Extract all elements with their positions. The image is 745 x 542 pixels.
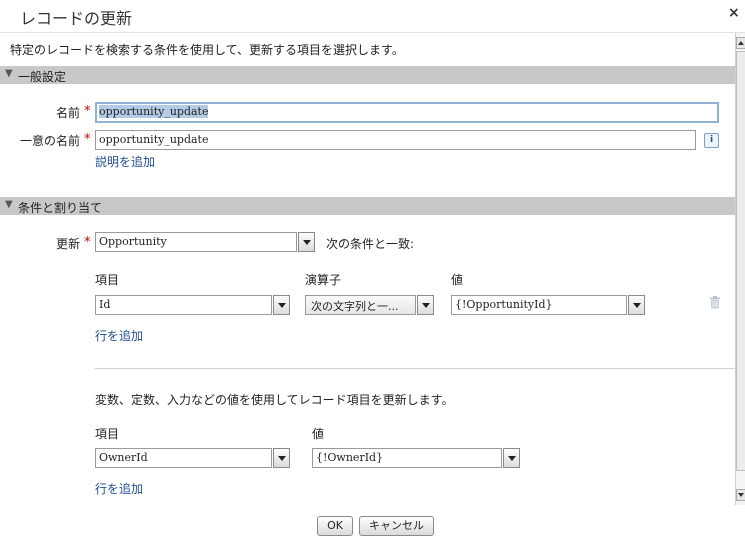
- assignment-field-select[interactable]: OwnerId: [95, 448, 272, 468]
- scrollbar-thumb[interactable]: [736, 51, 745, 471]
- ok-button[interactable]: OK: [317, 516, 353, 536]
- match-text: 次の条件と一致:: [326, 237, 415, 251]
- collapse-icon[interactable]: ▼: [5, 68, 13, 79]
- chevron-down-icon[interactable]: [417, 295, 434, 315]
- divider: [95, 368, 735, 369]
- required-icon: *: [84, 132, 91, 147]
- assignments-description: 変数、定数、入力などの値を使用してレコード項目を更新します。: [95, 393, 454, 407]
- name-input-value: opportunity_update: [99, 105, 209, 118]
- column-header-value: 値: [451, 273, 464, 287]
- column-header-operator: 演算子: [305, 273, 342, 287]
- scroll-down-icon[interactable]: [736, 489, 745, 501]
- required-icon: *: [84, 104, 91, 119]
- name-input[interactable]: opportunity_update: [95, 102, 719, 123]
- chevron-down-icon[interactable]: [273, 448, 290, 468]
- section-conditions-title: 条件と割り当て: [18, 201, 103, 215]
- vertical-scrollbar[interactable]: [735, 33, 745, 505]
- assignment-column-header-value: 値: [312, 427, 325, 441]
- add-assignment-row-link[interactable]: 行を追加: [95, 480, 143, 497]
- info-icon[interactable]: i: [704, 133, 719, 148]
- unique-name-input[interactable]: opportunity_update: [95, 130, 696, 150]
- object-select[interactable]: Opportunity: [95, 232, 297, 252]
- chevron-down-icon[interactable]: [273, 295, 290, 315]
- collapse-icon[interactable]: ▼: [5, 199, 13, 210]
- dialog-description: 特定のレコードを検索する条件を使用して、更新する項目を選択します。: [10, 43, 404, 57]
- name-label: 名前: [55, 106, 80, 120]
- chevron-down-icon[interactable]: [298, 232, 315, 252]
- trash-icon[interactable]: [709, 296, 721, 309]
- column-header-field: 項目: [95, 273, 120, 287]
- add-condition-row-link[interactable]: 行を追加: [95, 327, 143, 344]
- cancel-button[interactable]: キャンセル: [359, 516, 434, 536]
- chevron-down-icon[interactable]: [503, 448, 520, 468]
- condition-field-select[interactable]: Id: [95, 295, 272, 315]
- section-general-header[interactable]: ▼ 一般設定: [0, 66, 735, 84]
- close-icon[interactable]: ×: [728, 5, 740, 21]
- section-general-title: 一般設定: [18, 70, 67, 84]
- unique-name-label: 一意の名前: [19, 134, 80, 148]
- add-description-link[interactable]: 説明を追加: [95, 153, 155, 170]
- condition-operator-select[interactable]: 次の文字列と一...: [305, 295, 416, 315]
- assignment-column-header-field: 項目: [95, 427, 120, 441]
- scroll-up-icon[interactable]: [736, 37, 745, 49]
- dialog-title: レコードの更新: [20, 9, 133, 28]
- assignment-value-input[interactable]: {!OwnerId}: [312, 448, 502, 468]
- update-label: 更新: [55, 237, 80, 251]
- condition-value-input[interactable]: {!OpportunityId}: [451, 295, 627, 315]
- required-icon: *: [84, 235, 91, 250]
- chevron-down-icon[interactable]: [628, 295, 645, 315]
- section-conditions-header[interactable]: ▼ 条件と割り当て: [0, 197, 735, 215]
